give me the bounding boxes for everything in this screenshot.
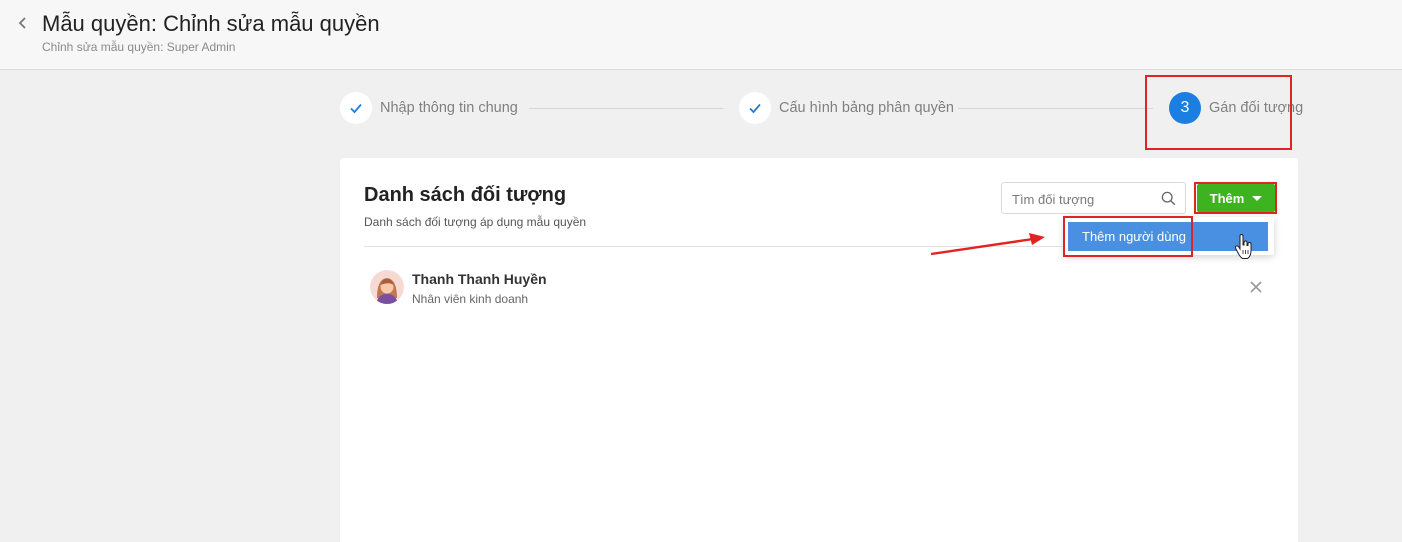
check-icon (749, 103, 761, 114)
page-header: Mẫu quyền: Chỉnh sửa mẫu quyền Chỉnh sửa… (0, 0, 1402, 70)
step-number: 3 (1169, 92, 1201, 124)
page-title: Mẫu quyền: Chỉnh sửa mẫu quyền (42, 11, 380, 36)
step-circle (340, 92, 372, 124)
avatar (370, 270, 404, 304)
step-label: Cấu hình bảng phân quyền (779, 100, 954, 116)
card-subtitle: Danh sách đối tượng áp dụng mẫu quyền (364, 215, 587, 229)
add-dropdown-menu: Thêm người dùng (1064, 217, 1274, 255)
step-label: Nhập thông tin chung (380, 100, 518, 116)
page-subtitle: Chỉnh sửa mẫu quyền: Super Admin (42, 40, 236, 54)
caret-down-icon (1252, 195, 1263, 201)
search-input[interactable] (1012, 189, 1157, 209)
card-title: Danh sách đối tượng (364, 184, 567, 206)
step-permission-table[interactable]: Cấu hình bảng phân quyền (739, 92, 954, 124)
user-role: Nhân viên kinh doanh (412, 292, 529, 306)
step-label: Gán đối tượng (1209, 100, 1304, 116)
step-circle (739, 92, 771, 124)
back-icon[interactable] (12, 12, 34, 34)
objects-card: Danh sách đối tượng Danh sách đối tượng … (340, 158, 1298, 542)
step-connector (529, 108, 723, 109)
close-icon[interactable] (1249, 280, 1263, 294)
menu-item-add-user[interactable]: Thêm người dùng (1068, 222, 1268, 251)
check-icon (350, 103, 362, 114)
step-general-info[interactable]: Nhập thông tin chung (340, 92, 518, 124)
user-name: Thanh Thanh Huyền (412, 271, 547, 287)
add-button[interactable]: Thêm (1197, 184, 1275, 212)
add-button-label: Thêm (1209, 190, 1245, 206)
search-icon[interactable] (1161, 191, 1176, 206)
step-connector (958, 108, 1153, 109)
search-box (1001, 182, 1186, 214)
step-assign-objects[interactable]: 3 Gán đối tượng (1169, 92, 1303, 124)
list-item: Thanh Thanh Huyền Nhân viên kinh doanh (364, 264, 1272, 312)
